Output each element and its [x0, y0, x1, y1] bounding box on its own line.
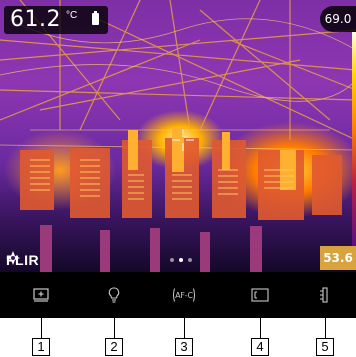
page-indicator — [170, 258, 192, 262]
color-scale-icon — [320, 287, 328, 303]
scale-min-value[interactable]: 53.6 — [320, 246, 356, 270]
callout-line — [114, 318, 115, 338]
temperature-unit: °C — [65, 10, 78, 21]
scale-max-value[interactable]: 69.0 — [320, 6, 356, 32]
autofocus-button[interactable]: AF-C — [164, 272, 204, 318]
page-dot — [170, 258, 174, 262]
callout-3: 3 — [175, 338, 193, 356]
page-dot-active — [179, 258, 183, 262]
temperature-scale-bar — [352, 32, 356, 246]
autofocus-icon: AF-C — [172, 288, 196, 302]
callout-1: 1 — [32, 338, 50, 356]
callout-line — [184, 318, 185, 338]
measurement-button[interactable] — [240, 272, 280, 318]
image-mode-icon — [33, 288, 49, 302]
spot-temperature-value: 61.2 — [10, 7, 61, 32]
battery-icon — [92, 11, 99, 25]
thermal-image-viewport[interactable]: 61.2 °C 69.0 53.6 FLIR — [0, 0, 356, 272]
callout-4: 4 — [251, 338, 269, 356]
lamp-button[interactable] — [94, 272, 134, 318]
callout-2: 2 — [105, 338, 123, 356]
page-dot — [188, 258, 192, 262]
flir-logo: FLIR — [6, 251, 39, 269]
callout-line — [260, 318, 261, 338]
color-scale-button[interactable] — [305, 272, 345, 318]
callout-5: 5 — [316, 338, 334, 356]
thermal-scene — [0, 0, 356, 272]
callout-line — [41, 318, 42, 338]
autofocus-label: AF-C — [175, 290, 193, 300]
lightbulb-icon — [108, 287, 120, 303]
bracket-right-icon — [192, 288, 195, 302]
bottom-toolbar: AF-C — [0, 272, 356, 318]
image-mode-button[interactable] — [21, 272, 61, 318]
flir-mark-icon — [6, 251, 20, 265]
callout-line — [325, 318, 326, 338]
spot-temperature-readout: 61.2 °C — [4, 6, 108, 34]
measurement-frame-icon — [251, 288, 269, 302]
